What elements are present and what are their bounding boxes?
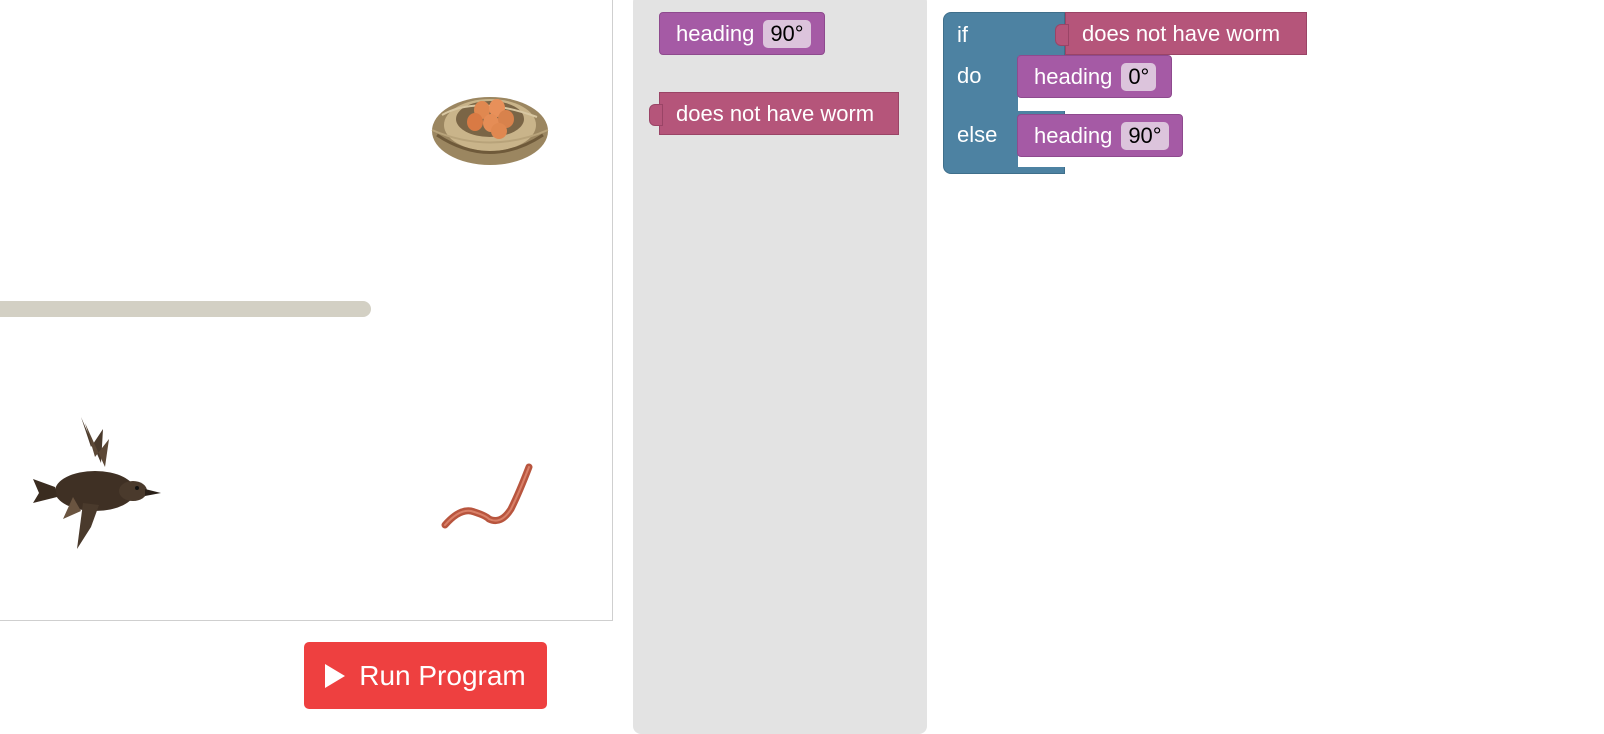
- puzzle-connector: [1055, 24, 1069, 46]
- workspace-do-heading-block[interactable]: heading 0°: [1017, 55, 1172, 98]
- worm-condition-label: does not have worm: [676, 100, 875, 126]
- heading-angle-field[interactable]: 90°: [763, 19, 811, 48]
- game-stage: [0, 0, 613, 621]
- wall-obstacle: [0, 301, 371, 317]
- toolbox-does-not-have-worm-block[interactable]: does not have worm: [649, 92, 899, 135]
- nest-image: [431, 97, 549, 165]
- else-heading-angle-field[interactable]: 90°: [1121, 121, 1169, 150]
- workspace-else-heading-block[interactable]: heading 90°: [1017, 114, 1183, 157]
- run-program-button[interactable]: Run Program: [304, 642, 547, 709]
- do-keyword: do: [957, 63, 982, 88]
- worm-image: [441, 463, 533, 529]
- heading-block-label: heading: [676, 20, 755, 46]
- do-heading-angle-field[interactable]: 0°: [1121, 62, 1157, 91]
- if-keyword: if: [957, 22, 968, 47]
- workspace-condition-block[interactable]: does not have worm: [1055, 12, 1307, 55]
- else-heading-label: heading: [1034, 122, 1113, 148]
- puzzle-connector: [649, 104, 663, 126]
- condition-label: does not have worm: [1082, 20, 1281, 46]
- toolbox-heading-block[interactable]: heading 90°: [659, 12, 825, 55]
- do-heading-label: heading: [1034, 63, 1113, 89]
- play-icon: [325, 663, 346, 688]
- bird-image: [33, 417, 161, 549]
- else-keyword: else: [957, 122, 998, 147]
- run-program-label: Run Program: [359, 659, 526, 691]
